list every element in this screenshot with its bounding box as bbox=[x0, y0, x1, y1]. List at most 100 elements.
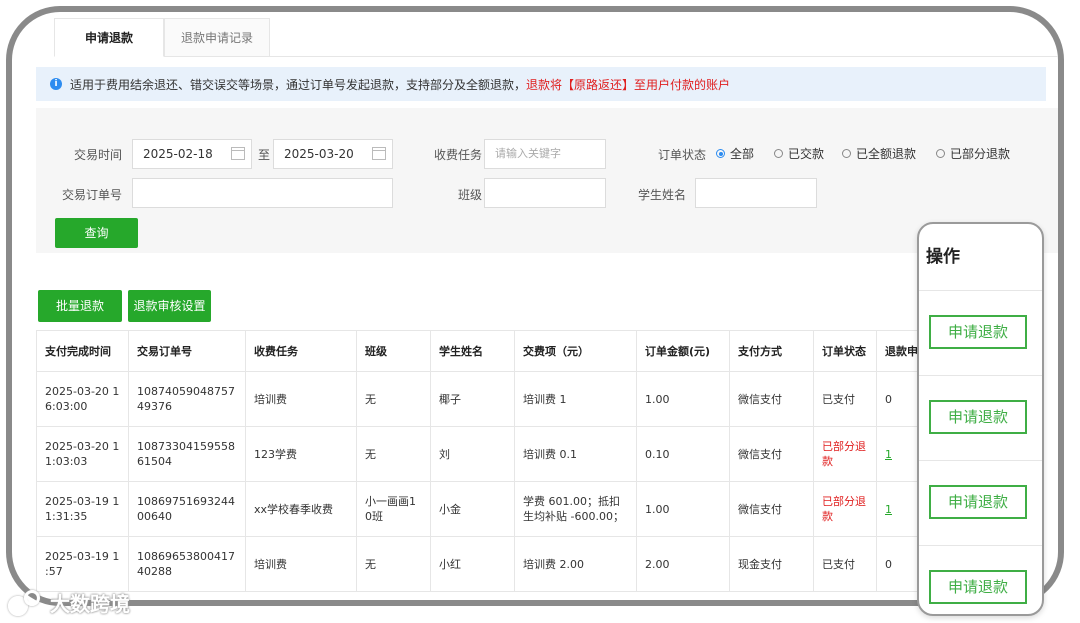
cell-student: 小金 bbox=[430, 481, 515, 537]
date-to-input[interactable]: 2025-03-20 bbox=[273, 139, 393, 169]
refund-count-link[interactable]: 1 bbox=[885, 503, 892, 516]
date-from-input[interactable]: 2025-02-18 bbox=[132, 139, 252, 169]
operations-row: 申请退款 bbox=[919, 376, 1042, 461]
table-row: 2025-03-19 1 :57 1086965380041740288 培训费… bbox=[36, 536, 937, 592]
col-order-no: 交易订单号 bbox=[128, 330, 246, 372]
cell-amount: 0.10 bbox=[636, 426, 730, 482]
apply-refund-button[interactable]: 申请退款 bbox=[929, 400, 1027, 434]
watermark: 大数跨境 bbox=[8, 588, 130, 617]
col-class: 班级 bbox=[356, 330, 431, 372]
tab-refund-records[interactable]: 退款申请记录 bbox=[164, 18, 271, 56]
cell-class: 无 bbox=[356, 426, 431, 482]
cell-pay-method: 微信支付 bbox=[729, 481, 814, 537]
info-icon: i bbox=[50, 78, 62, 90]
refund-review-settings-button[interactable]: 退款审核设置 bbox=[128, 290, 211, 322]
cell-order-no: 1086975169324400640 bbox=[128, 481, 246, 537]
col-pay-method: 支付方式 bbox=[729, 330, 814, 372]
col-status: 订单状态 bbox=[813, 330, 877, 372]
watermark-text: 大数跨境 bbox=[50, 592, 130, 616]
filter-panel: 交易时间 2025-02-18 至 2025-03-20 收费任务 请输入关键字… bbox=[36, 108, 1058, 253]
cell-fee-items: 培训费 2.00 bbox=[514, 536, 637, 592]
cell-pay-time: 2025-03-20 16:03:00 bbox=[36, 371, 129, 427]
table-row: 2025-03-20 11:03:03 1087330415955861504 … bbox=[36, 426, 937, 482]
col-amount: 订单金额(元) bbox=[636, 330, 730, 372]
apply-refund-button[interactable]: 申请退款 bbox=[929, 315, 1027, 349]
status-radio-all[interactable]: 全部 bbox=[716, 145, 754, 162]
operations-row: 申请退款 bbox=[919, 546, 1042, 614]
notice-highlight: 退款将【原路返还】至用户付款的账户 bbox=[526, 77, 731, 92]
status-option-label: 已部分退款 bbox=[950, 147, 1011, 161]
status-radio-paid[interactable]: 已交款 bbox=[774, 145, 824, 162]
order-table: 支付完成时间 交易订单号 收费任务 班级 学生姓名 交费项（元） 订单金额(元)… bbox=[36, 330, 937, 592]
operations-row: 申请退款 bbox=[919, 291, 1042, 376]
cell-amount: 1.00 bbox=[636, 481, 730, 537]
radio-icon bbox=[774, 149, 783, 158]
cell-task: xx学校春季收费 bbox=[245, 481, 357, 537]
cell-task: 培训费 bbox=[245, 536, 357, 592]
operations-header: 操作 bbox=[919, 224, 1042, 291]
cell-task: 培训费 bbox=[245, 371, 357, 427]
col-task: 收费任务 bbox=[245, 330, 357, 372]
status-radio-full-refund[interactable]: 已全额退款 bbox=[842, 145, 916, 162]
cell-status: 已支付 bbox=[813, 536, 877, 592]
class-label: 班级 bbox=[457, 188, 482, 202]
class-input[interactable] bbox=[484, 178, 606, 208]
batch-refund-button[interactable]: 批量退款 bbox=[38, 290, 122, 322]
status-radio-partial-refund[interactable]: 已部分退款 bbox=[936, 145, 1010, 162]
cell-status: 已支付 bbox=[813, 371, 877, 427]
col-pay-time: 支付完成时间 bbox=[36, 330, 129, 372]
table-row: 2025-03-19 11:31:35 1086975169324400640 … bbox=[36, 481, 937, 537]
task-input[interactable]: 请输入关键字 bbox=[484, 139, 606, 169]
cell-order-no: 1087405904875749376 bbox=[128, 371, 246, 427]
apply-refund-button[interactable]: 申请退款 bbox=[929, 570, 1027, 604]
screenshot-frame: 申请退款 退款申请记录 i 适用于费用结余退还、错交误交等场景，通过订单号发起退… bbox=[6, 6, 1064, 606]
trade-time-label: 交易时间 bbox=[73, 148, 122, 162]
status-option-label: 已全额退款 bbox=[856, 147, 917, 161]
cell-order-no: 1087330415955861504 bbox=[128, 426, 246, 482]
cell-task: 123学费 bbox=[245, 426, 357, 482]
operations-row: 申请退款 bbox=[919, 461, 1042, 546]
cell-pay-time: 2025-03-20 11:03:03 bbox=[36, 426, 129, 482]
task-label: 收费任务 bbox=[433, 148, 482, 162]
cell-amount: 1.00 bbox=[636, 371, 730, 427]
order-no-label: 交易订单号 bbox=[61, 188, 122, 202]
cell-class: 无 bbox=[356, 536, 431, 592]
student-label: 学生姓名 bbox=[637, 188, 686, 202]
cell-status: 已部分退款 bbox=[813, 481, 877, 537]
apply-refund-button[interactable]: 申请退款 bbox=[929, 485, 1027, 519]
radio-icon bbox=[936, 149, 945, 158]
cell-pay-time: 2025-03-19 11:31:35 bbox=[36, 481, 129, 537]
order-no-input[interactable] bbox=[132, 178, 393, 208]
cell-pay-method: 现金支付 bbox=[729, 536, 814, 592]
calendar-icon bbox=[231, 147, 245, 160]
cell-fee-items: 学费 601.00；抵扣生均补贴 -600.00； bbox=[514, 481, 637, 537]
cell-student: 椰子 bbox=[430, 371, 515, 427]
status-option-label: 全部 bbox=[730, 147, 755, 161]
student-input[interactable] bbox=[695, 178, 817, 208]
cell-student: 刘 bbox=[430, 426, 515, 482]
operations-panel: 操作 申请退款 申请退款 申请退款 申请退款 bbox=[917, 222, 1044, 616]
calendar-icon bbox=[372, 147, 386, 160]
cell-student: 小红 bbox=[430, 536, 515, 592]
refund-count-link[interactable]: 1 bbox=[885, 448, 892, 461]
tab-apply-refund[interactable]: 申请退款 bbox=[54, 18, 165, 57]
cell-status: 已部分退款 bbox=[813, 426, 877, 482]
cell-order-no: 1086965380041740288 bbox=[128, 536, 246, 592]
to-label: 至 bbox=[257, 148, 270, 162]
query-button[interactable]: 查询 bbox=[55, 218, 138, 248]
date-to-value: 2025-03-20 bbox=[284, 147, 354, 161]
radio-icon bbox=[842, 149, 851, 158]
cell-fee-items: 培训费 0.1 bbox=[514, 426, 637, 482]
table-row: 2025-03-20 16:03:00 1087405904875749376 … bbox=[36, 371, 937, 427]
col-fee-items: 交费项（元） bbox=[514, 330, 637, 372]
cell-class: 无 bbox=[356, 371, 431, 427]
watermark-logo-icon bbox=[8, 589, 44, 616]
notice-text: 适用于费用结余退还、错交误交等场景，通过订单号发起退款，支持部分及全额退款， bbox=[70, 77, 527, 92]
cell-fee-items: 培训费 1 bbox=[514, 371, 637, 427]
status-option-label: 已交款 bbox=[788, 147, 825, 161]
cell-pay-time: 2025-03-19 1 :57 bbox=[36, 536, 129, 592]
date-from-value: 2025-02-18 bbox=[143, 147, 213, 161]
status-label: 订单状态 bbox=[657, 148, 706, 162]
task-placeholder: 请输入关键字 bbox=[495, 147, 561, 160]
notice-bar: i 适用于费用结余退还、错交误交等场景，通过订单号发起退款，支持部分及全额退款，… bbox=[36, 67, 1046, 101]
